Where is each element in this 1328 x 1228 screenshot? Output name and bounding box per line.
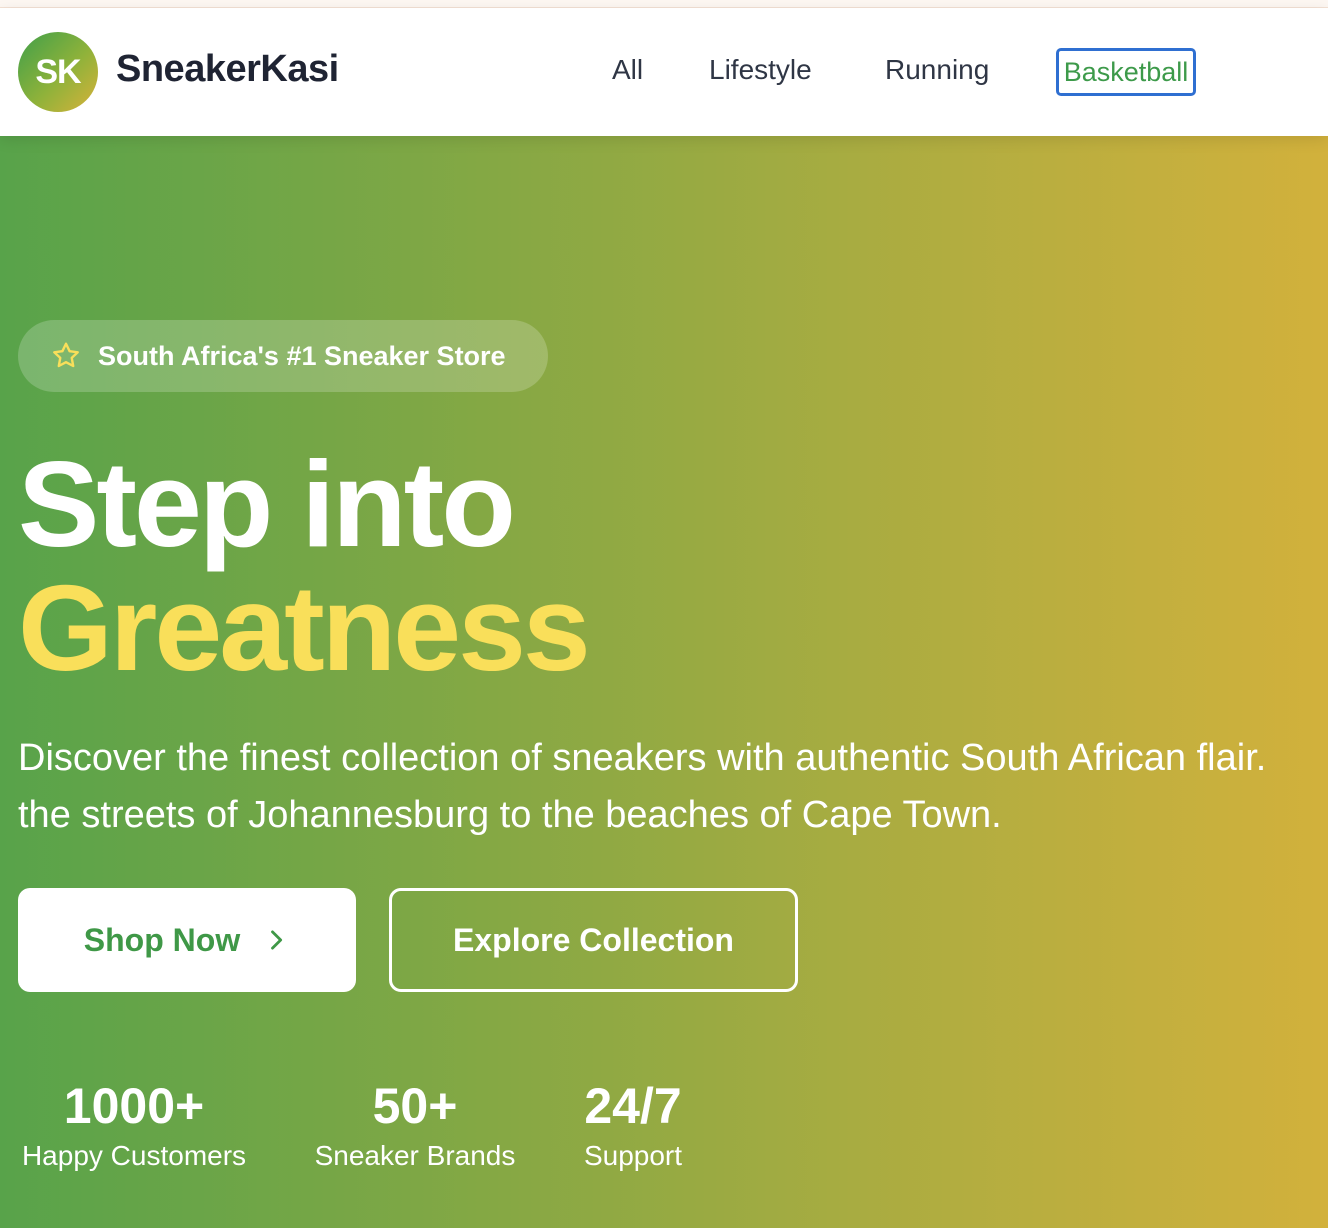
nav-item-all[interactable]: All xyxy=(612,54,643,86)
brand-name[interactable]: SneakerKasi xyxy=(116,48,339,91)
stat-label: Happy Customers xyxy=(21,1140,247,1171)
stat-sneaker-brands: 50+ Sneaker Brands xyxy=(312,1078,518,1176)
nav-item-running[interactable]: Running xyxy=(885,54,989,86)
store-badge-text: South Africa's #1 Sneaker Store xyxy=(98,340,506,371)
stat-value: 50+ xyxy=(372,1078,458,1134)
stat-label: Sneaker Brands xyxy=(314,1140,516,1171)
explore-collection-label: Explore Collection xyxy=(453,921,734,958)
shop-now-button[interactable]: Shop Now xyxy=(18,888,356,992)
stat-label: Support xyxy=(583,1140,683,1171)
shop-now-label: Shop Now xyxy=(83,921,241,958)
logo-initials: SK xyxy=(35,52,81,91)
nav-item-basketball-label: Basketball xyxy=(1063,56,1189,87)
chevron-right-icon xyxy=(271,930,283,950)
site-header: SK SneakerKasi All Lifestyle Running Bas… xyxy=(0,8,1328,136)
logo-badge[interactable]: SK xyxy=(18,32,98,112)
nav-item-basketball[interactable]: Basketball xyxy=(1056,48,1196,96)
nav-item-lifestyle[interactable]: Lifestyle xyxy=(709,54,812,86)
stat-value: 24/7 xyxy=(584,1078,682,1134)
hero-section: South Africa's #1 Sneaker Store Step int… xyxy=(0,136,1328,1228)
headline-line-1: Step into xyxy=(18,436,516,572)
description-line-2: the streets of Johannesburg to the beach… xyxy=(18,794,1002,836)
stat-happy-customers: 1000+ Happy Customers xyxy=(18,1078,250,1176)
explore-collection-button[interactable]: Explore Collection xyxy=(389,888,798,992)
star-icon xyxy=(53,342,79,368)
stat-support: 24/7 Support xyxy=(580,1078,686,1176)
stat-value: 1000+ xyxy=(63,1078,205,1134)
store-badge: South Africa's #1 Sneaker Store xyxy=(18,320,548,392)
hero-description: Discover the finest collection of sneake… xyxy=(18,730,1328,844)
description-line-1: Discover the finest collection of sneake… xyxy=(18,737,1267,779)
top-border xyxy=(0,0,1328,8)
headline-line-2: Greatness xyxy=(18,560,591,696)
hero-headline: Step into Greatness xyxy=(18,436,591,696)
